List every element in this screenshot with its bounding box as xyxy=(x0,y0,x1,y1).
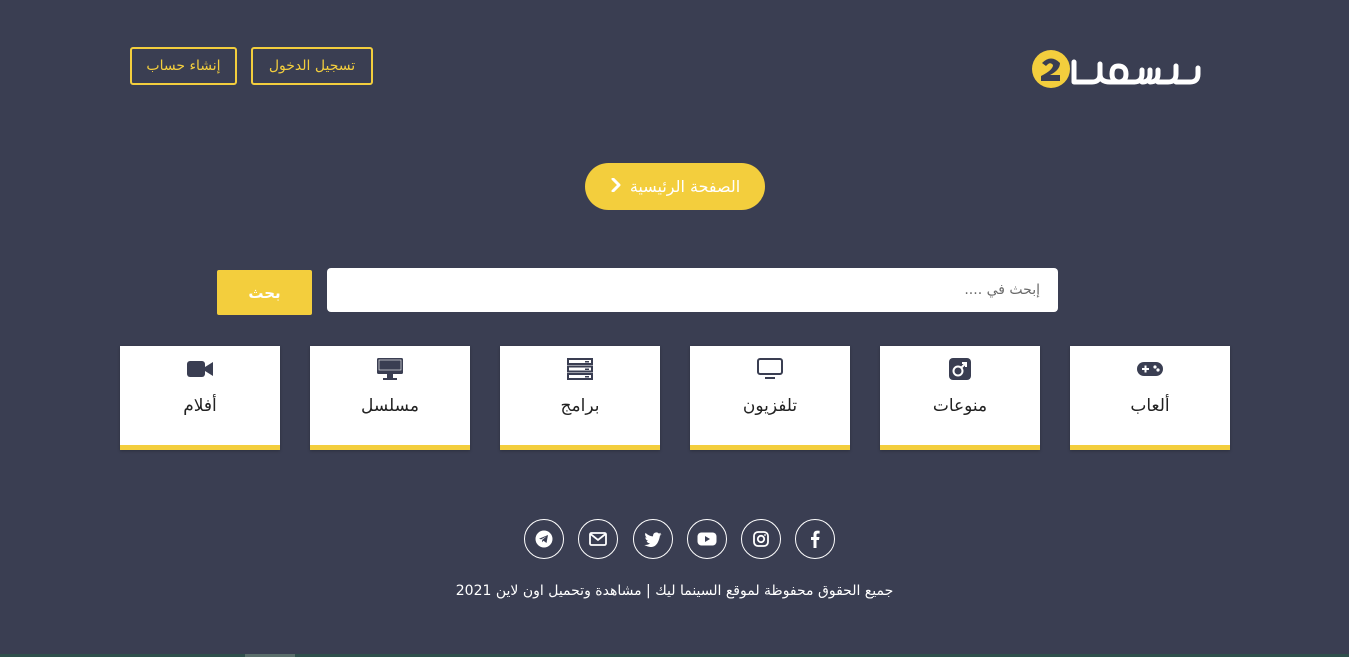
facebook-icon[interactable] xyxy=(795,519,835,559)
video-camera-icon xyxy=(184,356,216,382)
category-series[interactable]: مسلسل xyxy=(310,346,470,450)
login-button[interactable]: تسجيل الدخول xyxy=(251,47,373,85)
desktop-icon xyxy=(374,356,406,382)
copyright-text: جميع الحقوق محفوظة لموقع السينما ليك | م… xyxy=(455,583,894,599)
category-label: منوعات xyxy=(932,396,988,416)
tv-icon xyxy=(754,356,786,382)
register-button[interactable]: إنشاء حساب xyxy=(130,47,237,85)
chevron-right-icon xyxy=(610,177,622,196)
category-label: ألعاب xyxy=(1130,396,1170,416)
site-logo[interactable] xyxy=(1030,48,1202,92)
category-movies[interactable]: أفلام xyxy=(120,346,280,450)
category-label: أفلام xyxy=(183,396,217,416)
category-games[interactable]: ألعاب xyxy=(1070,346,1230,450)
gamepad-icon xyxy=(1134,356,1166,382)
server-icon xyxy=(564,356,596,382)
instagram-icon[interactable] xyxy=(741,519,781,559)
category-label: برامج xyxy=(560,396,600,416)
telegram-icon[interactable] xyxy=(524,519,564,559)
envelope-icon[interactable] xyxy=(578,519,618,559)
category-tv[interactable]: تلفزيون xyxy=(690,346,850,450)
category-label: تلفزيون xyxy=(742,396,798,416)
youtube-icon[interactable] xyxy=(687,519,727,559)
search-input[interactable] xyxy=(327,268,1058,312)
home-button-label: الصفحة الرئيسية xyxy=(629,177,741,196)
home-button[interactable]: الصفحة الرئيسية xyxy=(585,163,765,210)
search-button[interactable]: بحث xyxy=(217,270,312,315)
category-programs[interactable]: برامج xyxy=(500,346,660,450)
mars-icon xyxy=(944,356,976,382)
twitter-icon[interactable] xyxy=(633,519,673,559)
category-misc[interactable]: منوعات xyxy=(880,346,1040,450)
category-label: مسلسل xyxy=(361,396,419,416)
